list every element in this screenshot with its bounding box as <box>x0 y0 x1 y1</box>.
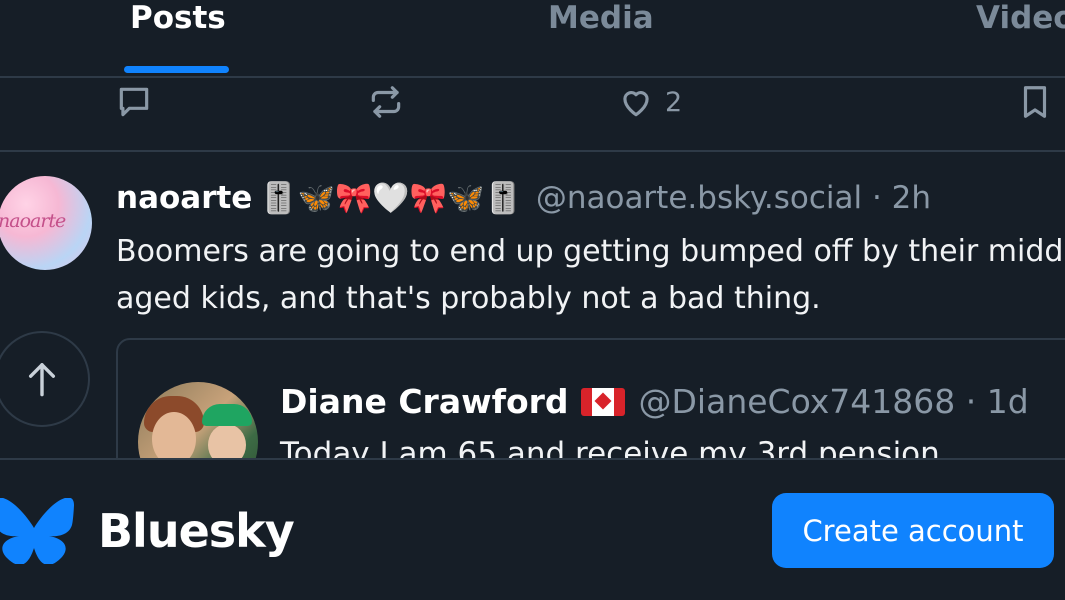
repost-icon <box>371 86 401 118</box>
reply-icon <box>119 87 149 117</box>
canada-flag-icon <box>580 388 625 416</box>
bookmark-icon <box>1023 86 1047 118</box>
brand-name: Bluesky <box>98 504 295 558</box>
like-button[interactable]: 2 <box>617 80 682 124</box>
author-avatar[interactable]: naoarte <box>0 176 92 270</box>
signup-bottom-bar: Bluesky Create account <box>0 458 1065 600</box>
like-count: 2 <box>665 86 683 118</box>
reply-button[interactable] <box>115 80 153 124</box>
create-account-button[interactable]: Create account <box>772 493 1054 568</box>
profile-feed-screen: Posts Media Videos 2 <box>0 0 1065 600</box>
avatar-text: naoarte <box>0 210 66 232</box>
author-name[interactable]: naoarte <box>116 180 252 216</box>
post-text-line-2: aged kids, and that's probably not a bad… <box>116 281 821 316</box>
post-text-line-1: Boomers are going to end up getting bump… <box>116 234 1065 269</box>
profile-tabs: Posts Media Videos <box>0 0 1065 78</box>
bluesky-butterfly-icon <box>0 498 74 564</box>
quoted-author-name: Diane Crawford <box>280 382 569 421</box>
quoted-author-handle-time: @DianeCox741868 · 1d <box>638 382 1029 421</box>
active-tab-indicator <box>124 66 229 73</box>
author-emojis: 🎚️🦋🎀🤍🎀🦋🎚️ <box>260 181 522 216</box>
tab-media[interactable]: Media <box>548 0 654 44</box>
post-header: naoarte 🎚️🦋🎀🤍🎀🦋🎚️ @naoarte.bsky.social · 2… <box>116 178 931 219</box>
tab-videos[interactable]: Videos <box>976 0 1065 44</box>
scroll-to-top-button[interactable] <box>0 331 90 427</box>
post-text[interactable]: Boomers are going to end up getting bump… <box>116 228 1065 322</box>
tab-posts[interactable]: Posts <box>130 0 226 44</box>
author-handle-time[interactable]: @naoarte.bsky.social · 2h <box>536 180 931 216</box>
arrow-up-icon <box>28 363 56 397</box>
previous-post-actions: 2 <box>0 78 1065 152</box>
repost-button[interactable] <box>367 80 405 124</box>
quoted-post-header: Diane Crawford @DianeCox741868 · 1d <box>280 380 1029 424</box>
like-icon <box>623 91 649 117</box>
bookmark-button[interactable] <box>1018 80 1052 124</box>
